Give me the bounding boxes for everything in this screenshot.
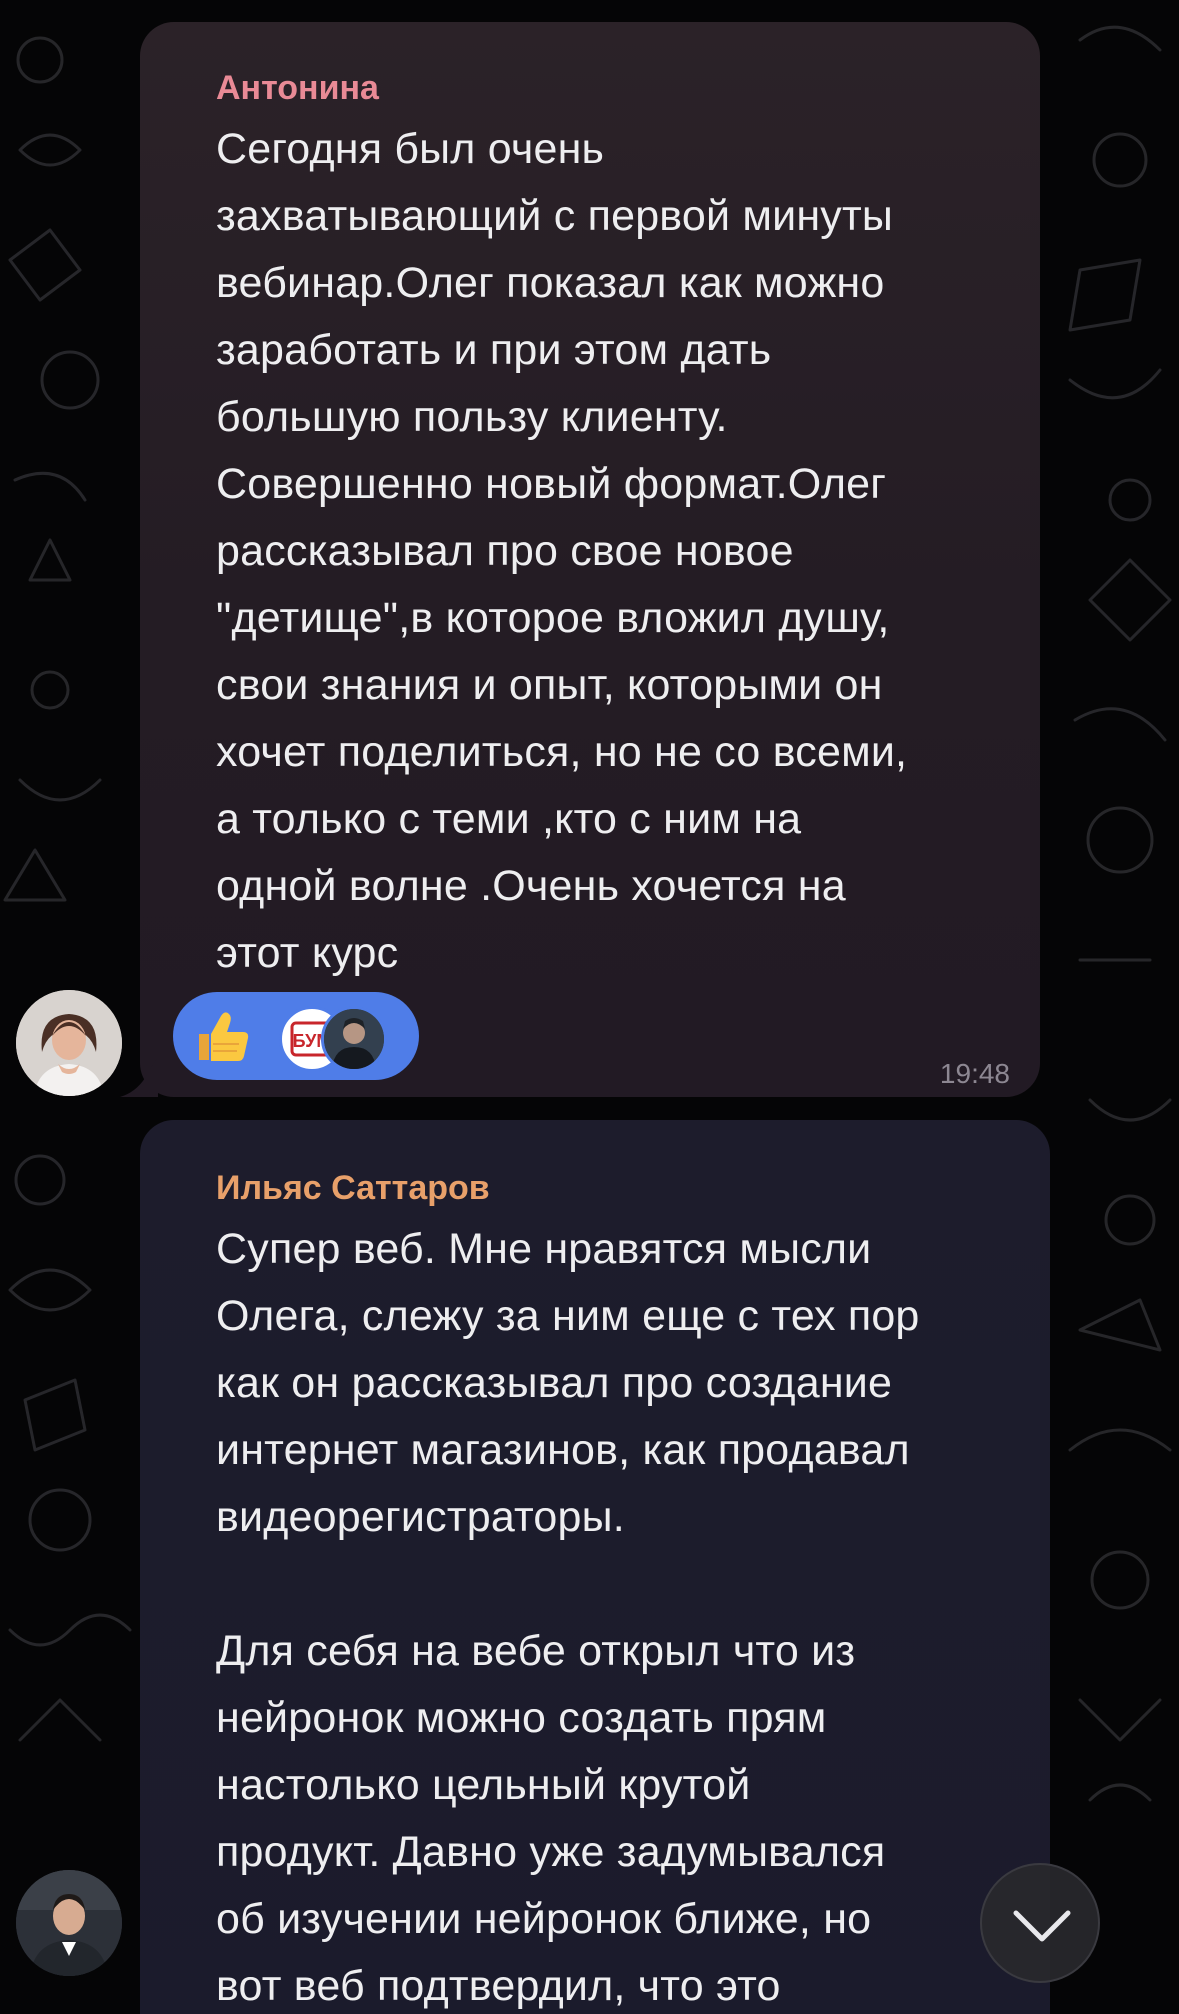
message-line: свои знания и опыт, которыми он — [216, 661, 883, 709]
message-line: настолько цельный крутой — [216, 1761, 751, 1809]
message-line: Совершенно новый формат.Олег — [216, 460, 887, 508]
message-line: хочет поделиться, но не со всеми, — [216, 728, 908, 776]
message-line: заработать и при этом дать — [216, 326, 772, 374]
message-author[interactable]: Ильяс Саттаров — [216, 1168, 1010, 1208]
reaction-chip[interactable]: БУМ — [173, 992, 419, 1080]
message-text: Супер веб. Мне нравятся мысли Олега, сле… — [216, 1216, 1010, 2014]
message-line: захватывающий с первой минуты — [216, 192, 893, 240]
message-line: вот веб подтвердил, что это — [216, 1962, 781, 2010]
message-line: продукт. Давно уже задумывался — [216, 1828, 886, 1876]
message-line: "детище",в которое вложил душу, — [216, 594, 890, 642]
message-bubble[interactable]: Ильяс Саттаров Супер веб. Мне нравятся м… — [140, 1120, 1050, 2014]
avatar[interactable] — [16, 1870, 122, 1976]
message-line: одной волне .Очень хочется на — [216, 862, 846, 910]
scroll-down-button[interactable] — [980, 1863, 1100, 1983]
bubble-tail — [120, 1057, 158, 1097]
message-text: Сегодня был очень захватывающий с первой… — [216, 116, 1000, 987]
message-line: вебинар.Олег показал как можно — [216, 259, 885, 307]
message-line: Супер веб. Мне нравятся мысли — [216, 1225, 872, 1273]
message-time: 19:48 — [939, 1058, 1010, 1089]
message-line: нейронок можно создать прям — [216, 1694, 827, 1742]
message-line: рассказывал про свое новое — [216, 527, 794, 575]
message-bubble[interactable]: Антонина Сегодня был очень захватывающий… — [140, 22, 1040, 1097]
message-line: Для себя на вебе открыл что из — [216, 1627, 856, 1675]
message-line: как он рассказывал про создание — [216, 1359, 893, 1407]
message-line: а только с теми ,кто с ним на — [216, 795, 802, 843]
message-line: об изучении нейронок ближе, но — [216, 1895, 872, 1943]
reactor-avatar — [321, 1006, 387, 1072]
message-author[interactable]: Антонина — [216, 68, 1000, 108]
message-line: этот курс — [216, 929, 399, 977]
message-line: Сегодня был очень — [216, 125, 605, 173]
avatar[interactable] — [16, 990, 122, 1096]
thumbs-up-icon — [199, 1012, 249, 1061]
message-line: Олега, слежу за ним еще с тех пор — [216, 1292, 920, 1340]
message-line: интернет магазинов, как продавал — [216, 1426, 910, 1474]
message-line: большую пользу клиенту. — [216, 393, 728, 441]
chat-view[interactable]: Антонина Сегодня был очень захватывающий… — [0, 0, 1179, 2014]
chevron-down-icon — [1013, 1910, 1071, 1942]
message-line: видеорегистраторы. — [216, 1493, 625, 1541]
